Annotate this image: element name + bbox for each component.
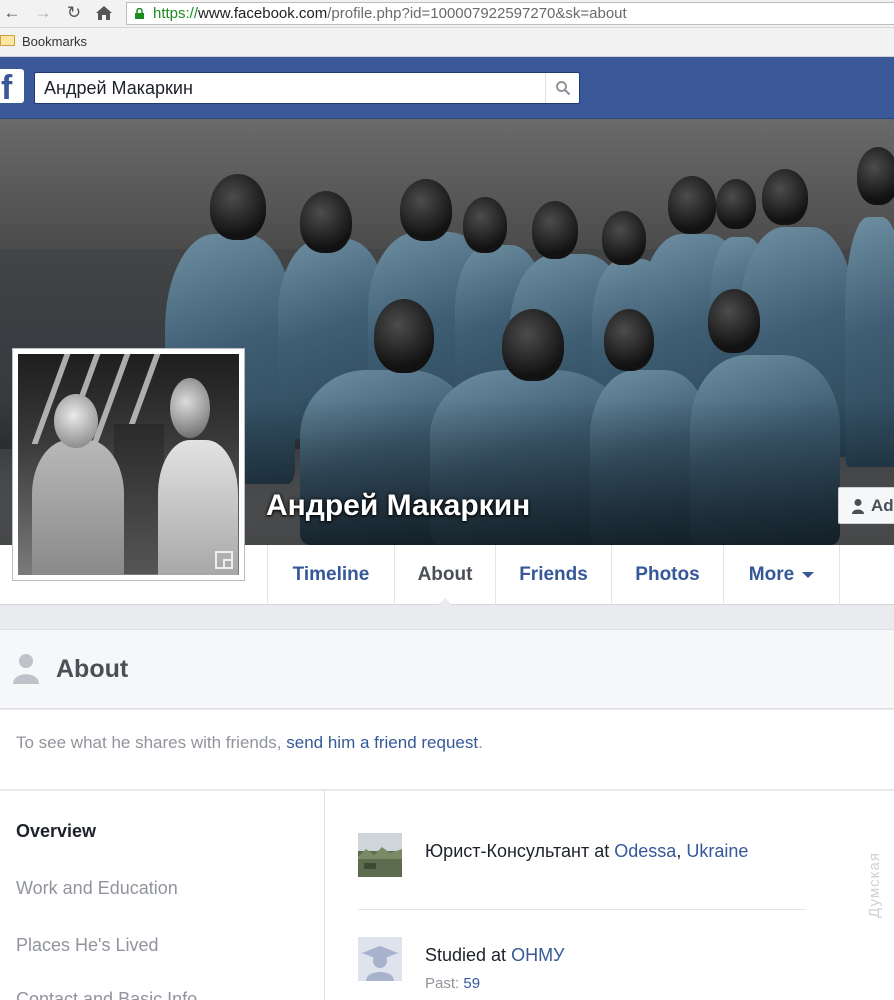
sidebar-item-contact-info[interactable]: Contact and Basic Info	[16, 989, 197, 1000]
profile-picture[interactable]	[12, 348, 245, 581]
tab-photos[interactable]: Photos	[611, 545, 723, 605]
notice-period: .	[478, 733, 483, 752]
chevron-down-icon	[802, 571, 815, 578]
tab-label: Photos	[635, 564, 700, 585]
search-icon	[556, 81, 571, 96]
back-arrow-icon[interactable]: ←	[2, 3, 22, 23]
education-entry: Studied at ОНМУ Past: 59	[358, 937, 808, 997]
add-friend-label: Ad	[871, 496, 894, 515]
bookmarks-folder[interactable]: Bookmarks	[22, 34, 87, 49]
education-class: Past: 59	[425, 975, 480, 992]
photo-logo-icon	[215, 551, 233, 569]
url-scheme: https://	[153, 5, 199, 22]
past-label: Past:	[425, 975, 464, 992]
search-button[interactable]	[545, 73, 579, 103]
lock-icon	[135, 8, 144, 19]
class-year-link[interactable]: 59	[463, 975, 480, 992]
tab-label: More	[748, 564, 795, 585]
work-country-link[interactable]: Ukraine	[686, 841, 748, 861]
sidebar-item-places-lived[interactable]: Places He's Lived	[16, 935, 159, 956]
profile-name[interactable]: Андрей Макаркин	[266, 489, 530, 523]
tab-more[interactable]: More	[723, 545, 840, 605]
sidebar-item-work-education[interactable]: Work and Education	[16, 878, 178, 899]
about-body: Overview Work and Education Places He's …	[0, 791, 894, 1000]
person-icon	[13, 654, 39, 684]
reload-icon[interactable]: ↻	[64, 3, 84, 23]
tab-about[interactable]: About	[394, 545, 495, 606]
about-sidebar: Overview Work and Education Places He's …	[0, 791, 325, 1000]
graduation-cap-icon	[358, 937, 402, 981]
about-title: About	[56, 655, 129, 683]
url-path: /profile.php?id=100007922597270&sk=about	[327, 5, 627, 22]
about-overview: Юрист-Консультант at Odessa, Ukraine Stu…	[326, 791, 894, 1000]
add-friend-icon	[852, 499, 864, 514]
notice-text: To see what he shares with friends,	[16, 733, 287, 752]
tab-timeline[interactable]: Timeline	[267, 545, 394, 605]
search-value: Андрей Макаркин	[44, 78, 193, 98]
home-icon[interactable]	[94, 3, 114, 23]
send-friend-request-link[interactable]: send him a friend request	[286, 733, 478, 752]
divider	[358, 909, 806, 910]
work-title: Юрист-Консультант at	[425, 841, 615, 861]
friend-request-notice: To see what he shares with friends, send…	[0, 710, 894, 790]
url-host: www.facebook.com	[198, 5, 328, 22]
work-entry: Юрист-Консультант at Odessa, Ukraine	[358, 833, 808, 883]
profile-photo	[18, 354, 239, 575]
work-separator: ,	[676, 841, 687, 861]
about-section-header: About	[0, 629, 894, 709]
bookmarks-bar: Bookmarks	[0, 28, 894, 57]
facebook-header: f Андрей Макаркин	[0, 57, 894, 119]
school-thumbnail[interactable]	[358, 937, 402, 981]
tab-label: Friends	[519, 564, 588, 585]
active-tab-caret	[437, 598, 453, 606]
tab-friends[interactable]: Friends	[495, 545, 611, 605]
school-link[interactable]: ОНМУ	[511, 945, 564, 965]
add-friend-button[interactable]: Ad	[838, 487, 894, 524]
education-text: Studied at ОНМУ	[425, 945, 565, 966]
folder-icon	[0, 35, 15, 46]
watermark: Думская	[866, 852, 883, 918]
address-bar[interactable]: https://www.facebook.com/profile.php?id=…	[126, 2, 894, 25]
tab-label: About	[417, 564, 473, 585]
education-title: Studied at	[425, 945, 512, 965]
facebook-logo-icon[interactable]: f	[0, 69, 24, 107]
forward-arrow-icon[interactable]: →	[33, 3, 53, 23]
work-city-link[interactable]: Odessa	[614, 841, 676, 861]
search-input[interactable]: Андрей Макаркин	[34, 72, 580, 104]
browser-toolbar: ← → ↻ https://www.facebook.com/profile.p…	[0, 0, 894, 28]
tab-label: Timeline	[292, 564, 370, 585]
sidebar-item-overview[interactable]: Overview	[16, 821, 96, 842]
work-text: Юрист-Консультант at Odessa, Ukraine	[425, 841, 748, 862]
work-thumbnail[interactable]	[358, 833, 402, 877]
